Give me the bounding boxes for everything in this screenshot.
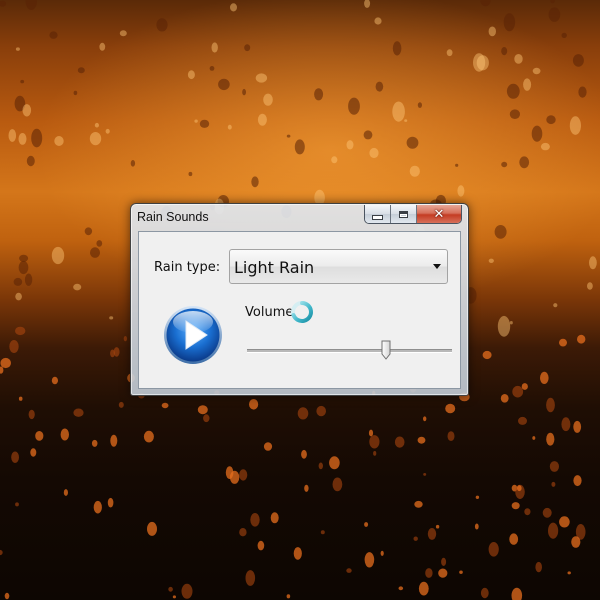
maximize-button[interactable]	[391, 205, 417, 223]
volume-slider-thumb[interactable]	[381, 340, 391, 360]
title-bar[interactable]: Rain Sounds ✕	[131, 204, 468, 230]
chevron-down-icon	[433, 264, 441, 269]
loading-spinner-icon	[289, 299, 315, 325]
window-title: Rain Sounds	[137, 210, 209, 224]
rain-type-dropdown[interactable]: Light Rain	[229, 249, 448, 284]
window-controls: ✕	[364, 205, 462, 224]
minimize-icon	[372, 215, 383, 220]
rain-type-selected-value: Light Rain	[234, 258, 315, 277]
close-button[interactable]: ✕	[417, 205, 461, 223]
volume-label: Volume	[245, 305, 294, 320]
close-icon: ✕	[433, 206, 445, 222]
volume-slider[interactable]	[247, 340, 452, 364]
desktop-wallpaper: Rain Sounds ✕ Rain type: Light Rain Volu…	[0, 0, 600, 600]
minimize-button[interactable]	[365, 205, 391, 223]
rain-sounds-window: Rain Sounds ✕ Rain type: Light Rain Volu…	[130, 203, 469, 396]
play-button[interactable]	[163, 305, 223, 365]
volume-slider-track	[247, 349, 452, 353]
play-icon	[164, 306, 222, 364]
maximize-icon	[399, 210, 408, 218]
window-client-area: Rain type: Light Rain Volume	[138, 231, 461, 389]
rain-type-label: Rain type:	[154, 260, 221, 275]
